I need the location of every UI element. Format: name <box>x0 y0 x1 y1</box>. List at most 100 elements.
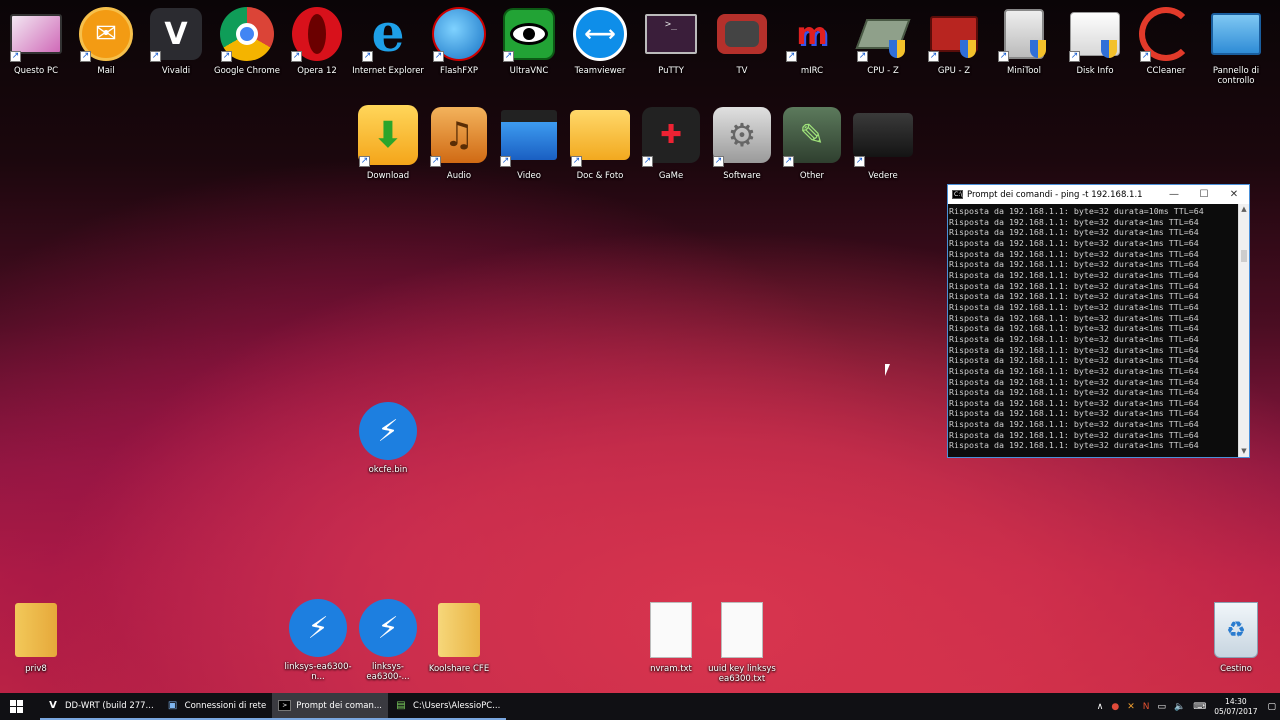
desktop-icon-mail[interactable]: ✉ ↗ Mail <box>70 6 142 76</box>
desktop-icon-opera[interactable]: ↗ Opera 12 <box>281 6 353 76</box>
taskbar-item-prompt-dei-comandi[interactable]: > Prompt dei coman... <box>272 693 388 720</box>
desktop-icon-game[interactable]: ✚ ↗ GaMe <box>635 103 707 181</box>
desktop-icon-nvram-txt[interactable]: nvram.txt <box>635 600 707 674</box>
system-tray: ∧ ● ✕ N ▭ 🔈 ⌨ 14:30 05/07/2017 ▢ <box>1093 693 1280 720</box>
console-line: Risposta da 192.168.1.1: byte=32 durata<… <box>949 440 1199 451</box>
icon-label: CCleaner <box>1146 66 1186 76</box>
text-file-icon <box>721 602 763 658</box>
icon-label: TV <box>736 66 748 76</box>
shortcut-arrow-icon: ↗ <box>10 51 21 62</box>
console-line: Risposta da 192.168.1.1: byte=32 durata<… <box>949 365 1199 376</box>
console-line: Risposta da 192.168.1.1: byte=32 durata<… <box>949 387 1199 398</box>
shortcut-arrow-icon: ↗ <box>503 51 514 62</box>
desktop-icon-doc-foto[interactable]: ↗ Doc & Foto <box>564 103 636 181</box>
scroll-down-icon[interactable]: ▼ <box>1239 446 1249 457</box>
shortcut-arrow-icon: ↗ <box>291 51 302 62</box>
icon-label: GPU - Z <box>937 66 971 76</box>
taskbar: V DD-WRT (build 277... ▣ Connessioni di … <box>0 693 1280 720</box>
network-icon[interactable]: ▭ <box>1158 702 1167 712</box>
minimize-button[interactable]: — <box>1159 185 1189 204</box>
icon-label: okcfe.bin <box>368 465 408 475</box>
shortcut-arrow-icon: ↗ <box>430 156 441 167</box>
language-icon[interactable]: ⌨ <box>1193 702 1206 712</box>
icon-label: Teamviewer <box>574 66 626 76</box>
tv-icon <box>717 14 767 54</box>
desktop-icon-google-chrome[interactable]: ↗ Google Chrome <box>211 6 283 76</box>
shortcut-arrow-icon: ↗ <box>1140 51 1151 62</box>
desktop-icon-vedere[interactable]: ↗ Vedere <box>847 103 919 181</box>
desktop-icon-koolshare-cfe[interactable]: Koolshare CFE <box>423 600 495 674</box>
scroll-up-icon[interactable]: ▲ <box>1239 204 1249 215</box>
icon-label: Koolshare CFE <box>428 664 490 674</box>
start-button[interactable] <box>0 693 32 720</box>
network-icon: ▣ <box>167 700 178 711</box>
command-prompt-window[interactable]: C:\ Prompt dei comandi - ping -t 192.168… <box>947 184 1250 458</box>
shield-icon <box>889 40 905 58</box>
console-line: Risposta da 192.168.1.1: byte=32 durata<… <box>949 312 1199 323</box>
desktop-icon-audio[interactable]: ♫ ↗ Audio <box>423 103 495 181</box>
desktop-icon-mirc[interactable]: m ↗ mIRC <box>776 6 848 76</box>
desktop-icon-download[interactable]: ⬇ ↗ Download <box>352 103 424 181</box>
clock[interactable]: 14:30 05/07/2017 <box>1214 697 1257 717</box>
shortcut-arrow-icon: ↗ <box>854 156 865 167</box>
lightning-bolt-icon: ⚡ <box>359 402 417 460</box>
shortcut-arrow-icon: ↗ <box>150 51 161 62</box>
desktop-icon-vivaldi[interactable]: V ↗ Vivaldi <box>140 6 212 76</box>
shield-icon <box>1030 40 1046 58</box>
desktop-icon-software[interactable]: ⚙ ↗ Software <box>706 103 778 181</box>
window-titlebar[interactable]: C:\ Prompt dei comandi - ping -t 192.168… <box>948 185 1249 204</box>
shortcut-arrow-icon: ↗ <box>642 156 653 167</box>
desktop-icon-putty[interactable]: >_ PuTTY <box>635 6 707 76</box>
desktop-icon-questo-pc[interactable]: ↗ Questo PC <box>0 6 72 76</box>
desktop-icon-uuid-key-txt[interactable]: uuid key linksys ea6300.txt <box>706 600 778 684</box>
console-line: Risposta da 192.168.1.1: byte=32 durata<… <box>949 355 1199 366</box>
desktop-icon-gpu-z[interactable]: ↗ GPU - Z <box>918 6 990 76</box>
desktop-icon-video[interactable]: ↗ Video <box>493 103 565 181</box>
shortcut-arrow-icon: ↗ <box>571 156 582 167</box>
desktop-icon-ultravnc[interactable]: ↗ UltraVNC <box>493 6 565 76</box>
desktop-icon-internet-explorer[interactable]: e ↗ Internet Explorer <box>352 6 424 77</box>
desktop-icon-linksys-ea6300[interactable]: ⚡ linksys-ea6300-... <box>352 598 424 682</box>
taskbar-item-users-folder[interactable]: ▤ C:\Users\AlessioPC... <box>387 693 507 720</box>
tray-expand-icon[interactable]: ∧ <box>1097 702 1104 712</box>
desktop-icon-ccleaner[interactable]: ↗ CCleaner <box>1130 6 1202 76</box>
vertical-scrollbar[interactable]: ▲ ▼ <box>1238 204 1249 457</box>
taskbar-item-dd-wrt[interactable]: V DD-WRT (build 277... <box>40 693 160 720</box>
desktop-icon-minitool[interactable]: ↗ MiniTool <box>988 6 1060 76</box>
desktop-icon-disk-info[interactable]: ↗ Disk Info <box>1059 6 1131 76</box>
icon-label: UltraVNC <box>509 66 549 76</box>
mouse-cursor-icon <box>885 364 895 376</box>
tray-app-icon[interactable]: ✕ <box>1127 702 1135 712</box>
desktop-icon-tv[interactable]: TV <box>706 6 778 76</box>
desktop-icon-other[interactable]: ✎ ↗ Other <box>776 103 848 181</box>
shortcut-arrow-icon: ↗ <box>713 156 724 167</box>
console-line: Risposta da 192.168.1.1: byte=32 durata<… <box>949 280 1199 291</box>
shortcut-arrow-icon: ↗ <box>433 51 444 62</box>
shortcut-arrow-icon: ↗ <box>500 156 511 167</box>
desktop-icon-cpu-z[interactable]: ↗ CPU - Z <box>847 6 919 76</box>
action-center-icon[interactable]: ▢ <box>1267 702 1276 712</box>
window-title: Prompt dei comandi - ping -t 192.168.1.1 <box>967 189 1143 200</box>
console-output[interactable]: Risposta da 192.168.1.1: byte=32 durata=… <box>948 204 1238 457</box>
shortcut-arrow-icon: ↗ <box>1069 51 1080 62</box>
desktop-icon-pannello-di-controllo[interactable]: Pannello di controllo <box>1200 6 1272 86</box>
shield-icon <box>960 40 976 58</box>
taskbar-item-connessioni-di-rete[interactable]: ▣ Connessioni di rete <box>159 693 273 720</box>
desktop-icon-flashfxp[interactable]: ↗ FlashFXP <box>423 6 495 76</box>
maximize-button[interactable]: ☐ <box>1189 185 1219 204</box>
recycle-bin-icon: ♻ <box>1214 602 1258 658</box>
lightning-bolt-icon: ⚡ <box>359 599 417 657</box>
desktop-icon-priv8[interactable]: priv8 <box>0 600 72 674</box>
desktop-icon-teamviewer[interactable]: ⟷ Teamviewer <box>564 6 636 76</box>
desktop-icon-cestino[interactable]: ♻ Cestino <box>1200 600 1272 674</box>
teamviewer-icon: ⟷ <box>573 7 627 61</box>
desktop-icon-linksys-ea6300-n[interactable]: ⚡ linksys-ea6300-n... <box>282 598 354 682</box>
volume-icon[interactable]: 🔈 <box>1174 702 1185 712</box>
shortcut-arrow-icon: ↗ <box>928 51 939 62</box>
console-line: Risposta da 192.168.1.1: byte=32 durata<… <box>949 259 1199 270</box>
tray-app-icon[interactable]: ● <box>1111 702 1119 712</box>
tray-app-icon[interactable]: N <box>1143 702 1150 712</box>
scroll-thumb[interactable] <box>1241 250 1247 262</box>
desktop-icon-okcfe-bin[interactable]: ⚡ okcfe.bin <box>352 401 424 475</box>
close-button[interactable]: ✕ <box>1219 185 1249 204</box>
